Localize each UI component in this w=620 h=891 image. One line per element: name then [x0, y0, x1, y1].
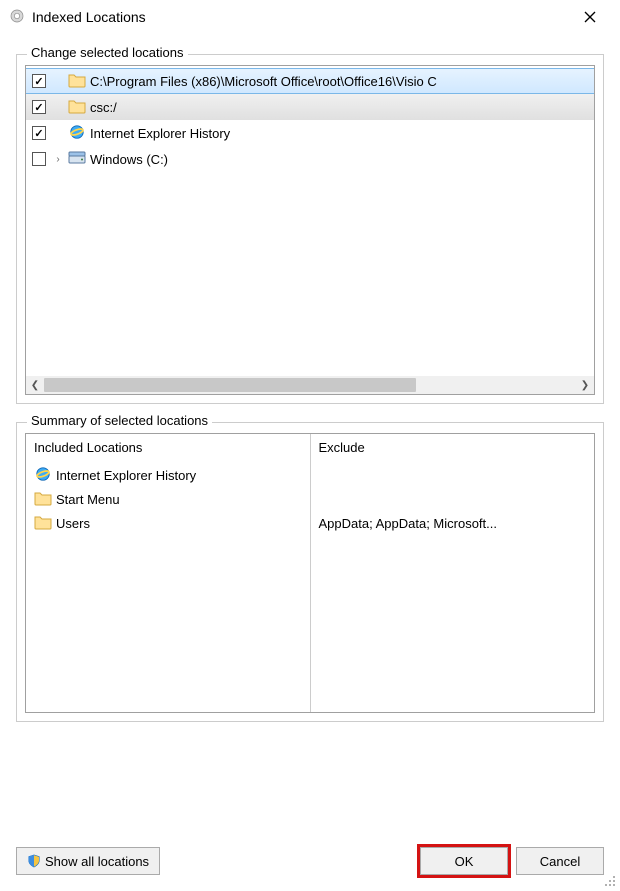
- folder-icon: [34, 490, 52, 509]
- resize-grip[interactable]: [604, 875, 618, 889]
- tree-row[interactable]: csc:/: [26, 94, 594, 120]
- tree-checkbox[interactable]: [32, 100, 46, 114]
- scroll-right-arrow[interactable]: ❯: [576, 376, 594, 394]
- tree-checkbox[interactable]: [32, 74, 46, 88]
- folder-icon: [68, 98, 86, 117]
- tree-row[interactable]: C:\Program Files (x86)\Microsoft Office\…: [26, 68, 594, 94]
- tree-checkbox[interactable]: [32, 152, 46, 166]
- close-icon: [584, 11, 596, 23]
- exclude-item: [319, 487, 587, 511]
- exclude-text: AppData; AppData; Microsoft...: [319, 516, 497, 531]
- included-item[interactable]: Users: [34, 511, 302, 535]
- tree-row[interactable]: Internet Explorer History: [26, 120, 594, 146]
- tree-row[interactable]: › Windows (C:): [26, 146, 594, 172]
- ie-icon: [34, 466, 52, 485]
- scroll-left-arrow[interactable]: ❮: [26, 376, 44, 394]
- exclude-item: [319, 463, 587, 487]
- included-header: Included Locations: [34, 440, 302, 455]
- included-item-label: Internet Explorer History: [56, 468, 196, 483]
- included-column: Included Locations Internet Explorer His…: [26, 434, 311, 712]
- cancel-label: Cancel: [540, 854, 580, 869]
- tree-checkbox[interactable]: [32, 126, 46, 140]
- tree-item-label: csc:/: [90, 100, 117, 115]
- exclude-header: Exclude: [319, 440, 587, 455]
- scroll-thumb[interactable]: [44, 378, 416, 392]
- close-button[interactable]: [570, 3, 610, 31]
- summary-legend: Summary of selected locations: [27, 413, 212, 428]
- ok-button[interactable]: OK: [420, 847, 508, 875]
- show-all-locations-button[interactable]: Show all locations: [16, 847, 160, 875]
- show-all-label: Show all locations: [45, 854, 149, 869]
- cancel-button[interactable]: Cancel: [516, 847, 604, 875]
- tree-item-label: C:\Program Files (x86)\Microsoft Office\…: [90, 74, 437, 89]
- ie-icon: [68, 124, 86, 143]
- folder-icon: [68, 72, 86, 91]
- scroll-track[interactable]: [44, 376, 576, 394]
- tree-item-label: Internet Explorer History: [90, 126, 230, 141]
- exclude-column: Exclude AppData; AppData; Microsoft...: [311, 434, 595, 712]
- right-button-group: OK Cancel: [420, 847, 604, 875]
- folder-icon: [34, 514, 52, 533]
- shield-icon: [27, 854, 41, 868]
- exclude-item: AppData; AppData; Microsoft...: [319, 511, 587, 535]
- summary-group: Summary of selected locations Included L…: [16, 422, 604, 722]
- included-item[interactable]: Start Menu: [34, 487, 302, 511]
- locations-tree[interactable]: C:\Program Files (x86)\Microsoft Office\…: [25, 65, 595, 395]
- dialog-content: Change selected locations C:\Program Fil…: [0, 34, 620, 722]
- included-item[interactable]: Internet Explorer History: [34, 463, 302, 487]
- app-icon: [8, 8, 26, 27]
- tree-item-label: Windows (C:): [90, 152, 168, 167]
- ok-label: OK: [455, 854, 474, 869]
- title-bar: Indexed Locations: [0, 0, 620, 34]
- button-row: Show all locations OK Cancel: [16, 847, 604, 875]
- change-locations-group: Change selected locations C:\Program Fil…: [16, 54, 604, 404]
- included-item-label: Users: [56, 516, 90, 531]
- title-left: Indexed Locations: [8, 8, 146, 27]
- change-locations-legend: Change selected locations: [27, 45, 188, 60]
- summary-box: Included Locations Internet Explorer His…: [25, 433, 595, 713]
- expand-arrow-icon[interactable]: ›: [52, 154, 64, 165]
- window-title: Indexed Locations: [32, 9, 146, 25]
- horizontal-scrollbar[interactable]: ❮ ❯: [26, 376, 594, 394]
- included-item-label: Start Menu: [56, 492, 120, 507]
- drive-icon: [68, 150, 86, 169]
